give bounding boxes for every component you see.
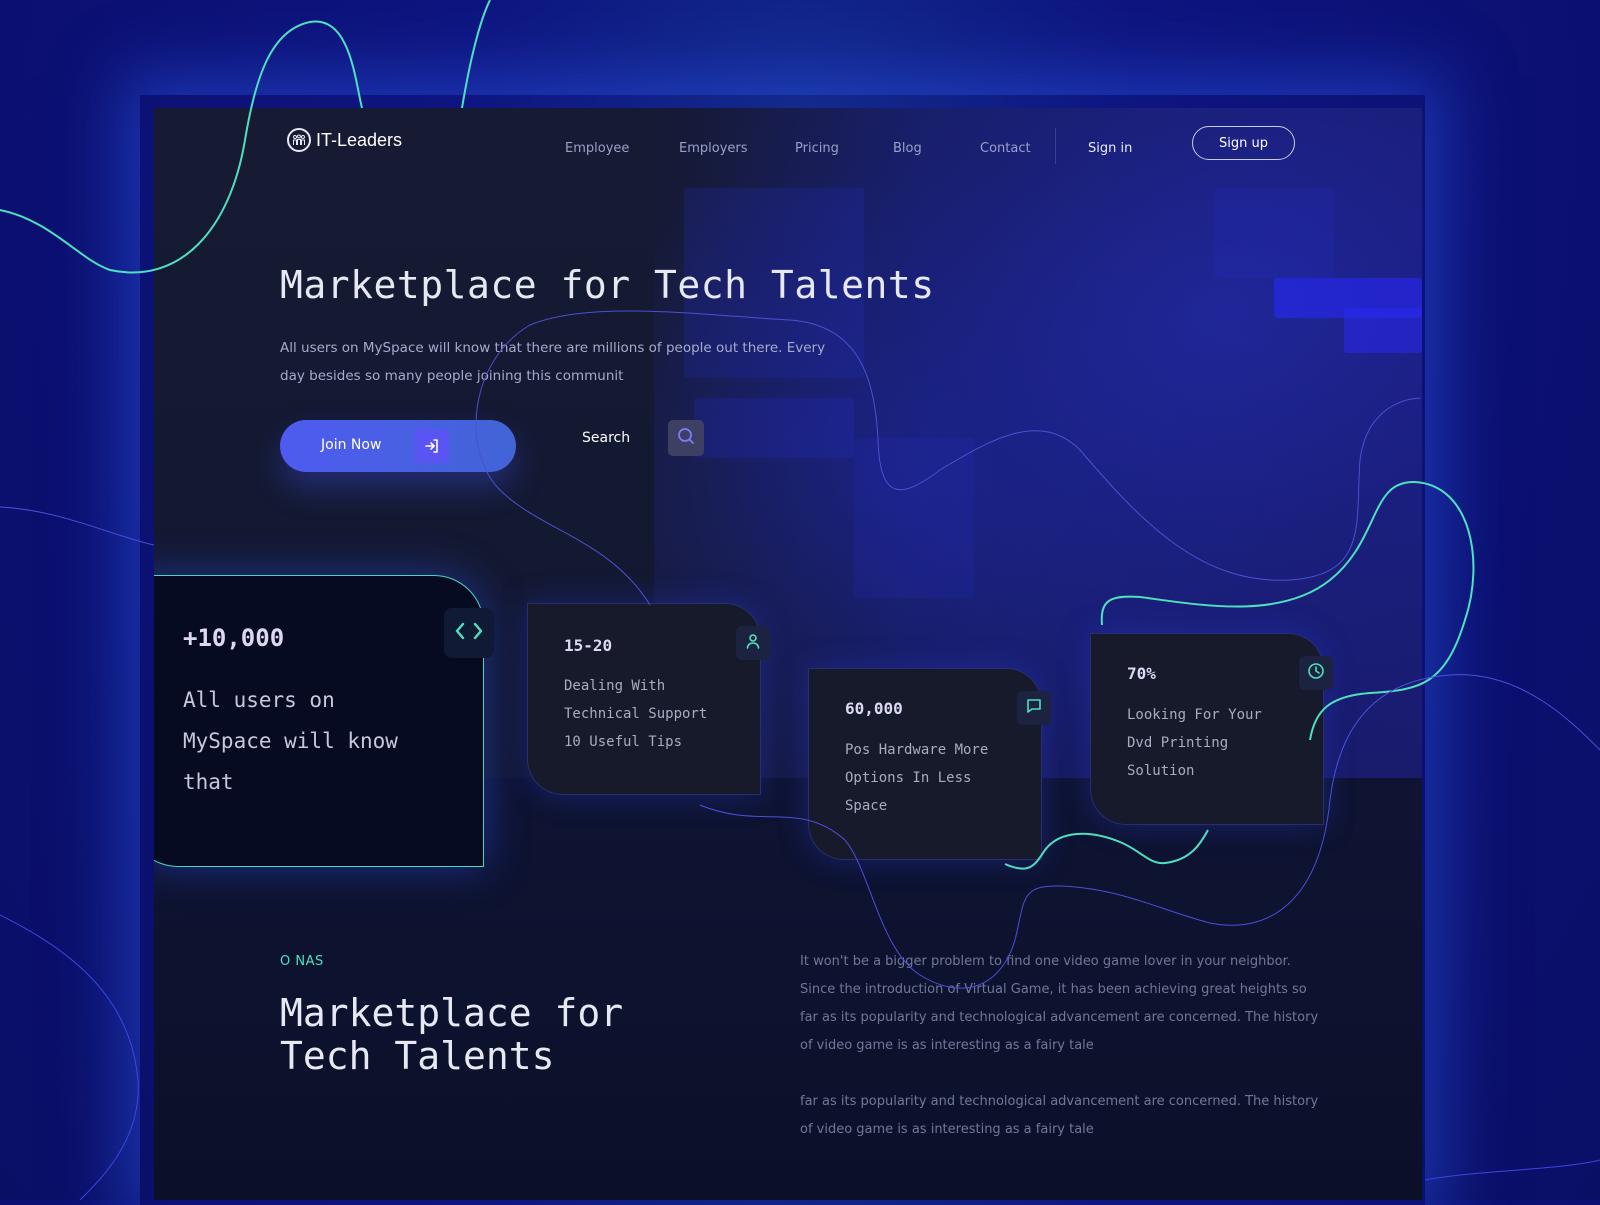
nav-item-employers[interactable]: Employers [679, 141, 748, 156]
hero-title: Marketplace for Tech Talents [280, 263, 935, 307]
hero-description: All users on MySpace will know that ther… [280, 340, 826, 384]
clock-icon-box [1299, 656, 1333, 690]
purple-curve-left [0, 506, 155, 546]
sign-in-link[interactable]: Sign in [1088, 141, 1132, 156]
about-title: Marketplace for Tech Talents [280, 991, 624, 1078]
code-brackets-icon [454, 621, 484, 646]
landing-page: IT-Leaders Employee Employers Pricing Bl… [154, 108, 1422, 1200]
sign-in-arrow-icon [415, 429, 449, 463]
stat-text: Pos Hardware More Options In Less Space [845, 742, 989, 814]
about-paragraph-1: It won't be a bigger problem to find one… [800, 954, 1319, 1053]
purple-curve-bottom-left [0, 914, 139, 1200]
stat-text: Looking For Your Dvd Printing Solution [1127, 707, 1262, 779]
clock-icon [1307, 662, 1325, 685]
stat-card-users[interactable]: +10,000 All users on MySpace will know t… [154, 575, 494, 867]
stat-number: +10,000 [183, 624, 285, 652]
join-now-button[interactable]: Join Now [280, 420, 516, 472]
join-now-label: Join Now [321, 437, 382, 453]
stat-number: 70% [1127, 664, 1156, 683]
about-paragraph-2: far as its popularity and technological … [800, 1094, 1319, 1137]
code-brackets-icon-box [444, 608, 494, 658]
nav-item-contact[interactable]: Contact [980, 141, 1031, 156]
chat-bubble-icon-box [1017, 691, 1051, 725]
chat-bubble-icon [1026, 698, 1042, 719]
user-icon-box [736, 626, 770, 660]
stat-number: 15-20 [564, 636, 613, 655]
stat-number: 60,000 [845, 699, 903, 718]
section-eyebrow: O NAS [280, 954, 324, 969]
search-button[interactable] [668, 420, 704, 456]
teal-curve-top [461, 0, 491, 109]
user-icon [745, 633, 761, 654]
stat-card-printing[interactable]: 70% Looking For Your Dvd Printing Soluti… [1090, 633, 1333, 825]
sign-up-button[interactable]: Sign up [1192, 126, 1295, 160]
search-icon [677, 427, 695, 450]
purple-curve-bottom-right [1424, 1159, 1600, 1181]
nav-divider [1055, 128, 1056, 164]
stat-text: Dealing With Technical Support 10 Useful… [564, 678, 708, 750]
stat-text: All users on MySpace will know that [183, 688, 398, 794]
search-label[interactable]: Search [582, 430, 630, 446]
nav-item-blog[interactable]: Blog [893, 141, 922, 156]
nav-item-employee[interactable]: Employee [565, 141, 629, 156]
stat-card-support[interactable]: 15-20 Dealing With Technical Support 10 … [527, 603, 770, 795]
nav-item-pricing[interactable]: Pricing [795, 141, 839, 156]
stat-card-hardware[interactable]: 60,000 Pos Hardware More Options In Less… [808, 668, 1051, 860]
